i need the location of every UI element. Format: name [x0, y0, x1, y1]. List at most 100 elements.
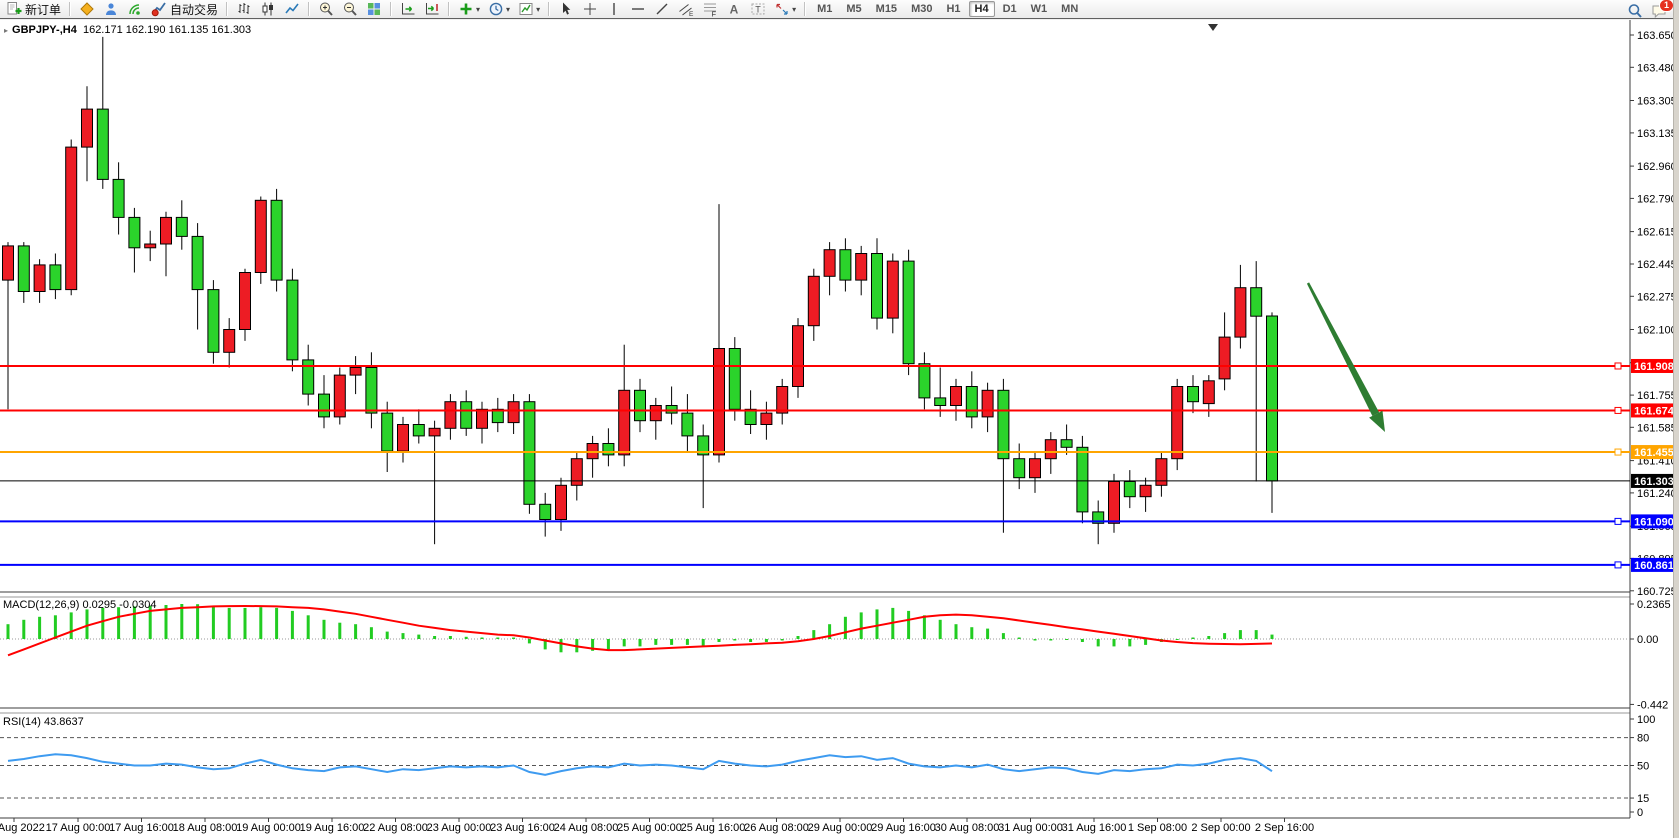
candle — [998, 390, 1009, 458]
price-tick-label: 162.275 — [1637, 291, 1677, 303]
timeframe-m5-button[interactable]: M5 — [840, 1, 867, 17]
price-tick-label: 162.100 — [1637, 325, 1677, 337]
label-icon: T — [750, 1, 766, 17]
macd-histogram-bar — [560, 639, 563, 652]
macd-histogram-bar — [275, 608, 278, 639]
price-tick-label: 161.585 — [1637, 422, 1677, 434]
macd-histogram-bar — [402, 633, 405, 639]
macd-histogram-bar — [180, 604, 183, 639]
candle — [224, 330, 235, 353]
horizontal-line-button[interactable] — [627, 0, 649, 19]
toolbar-separator — [69, 2, 71, 16]
macd-histogram-bar — [244, 608, 247, 639]
candle — [1267, 316, 1278, 481]
chevron-down-icon[interactable]: ▾ — [506, 5, 510, 14]
chevron-down-icon[interactable]: ▾ — [476, 5, 480, 14]
macd-histogram-bar — [955, 624, 958, 639]
chart-shift-button[interactable] — [421, 0, 443, 19]
macd-histogram-bar — [433, 636, 436, 639]
new-order-icon — [6, 1, 22, 17]
chart-canvas[interactable]: 163.650163.480163.305163.135162.960162.7… — [0, 20, 1679, 838]
timeframe-h4-button[interactable]: H4 — [969, 1, 995, 17]
search-button[interactable] — [1624, 1, 1646, 20]
zoom-out-button[interactable] — [339, 0, 361, 19]
community-button[interactable] — [100, 0, 122, 19]
text-icon: A — [726, 1, 742, 17]
timeframe-m30-button[interactable]: M30 — [905, 1, 938, 17]
macd-histogram-bar — [1065, 639, 1068, 640]
crosshair-button[interactable] — [579, 0, 601, 19]
chart-title: ▸GBPJPY-,H4 162.171 162.190 161.135 161.… — [4, 24, 251, 36]
macd-histogram-bar — [291, 611, 294, 639]
candle — [287, 280, 298, 360]
auto-scroll-button[interactable] — [397, 0, 419, 19]
timeframe-mn-button[interactable]: MN — [1055, 1, 1084, 17]
timeframe-m15-button[interactable]: M15 — [870, 1, 903, 17]
candle — [398, 425, 409, 452]
candle — [887, 261, 898, 318]
timeframe-h1-button[interactable]: H1 — [940, 1, 966, 17]
candle — [540, 504, 551, 519]
time-tick-label: 17 Aug 16:00 — [109, 822, 174, 834]
time-tick-label: 25 Aug 00:00 — [617, 822, 682, 834]
autotrading-button[interactable]: 自动交易 — [148, 0, 221, 19]
chevron-down-icon[interactable]: ▾ — [792, 5, 796, 14]
text-button[interactable]: A — [723, 0, 745, 19]
chevron-down-icon[interactable]: ▾ — [536, 5, 540, 14]
periods-button[interactable]: ▾ — [485, 0, 513, 19]
fibonacci-button[interactable]: F — [699, 0, 721, 19]
vertical-line-icon — [606, 1, 622, 17]
macd-histogram-bar — [512, 638, 515, 640]
macd-histogram-bar — [228, 608, 231, 639]
one-click-trading-toggle[interactable]: ▸ — [4, 26, 8, 35]
trendline-button[interactable] — [651, 0, 673, 19]
svg-text:E: E — [689, 11, 694, 17]
toolbar-separator — [448, 2, 450, 16]
market-button[interactable] — [76, 0, 98, 19]
time-tick-label: 18 Aug 08:00 — [173, 822, 238, 834]
signals-button[interactable] — [124, 0, 146, 19]
macd-histogram-bar — [765, 639, 768, 642]
candle — [761, 413, 772, 424]
timeframe-d1-button[interactable]: D1 — [997, 1, 1023, 17]
candle — [935, 398, 946, 406]
macd-name: MACD(12,26,9) — [3, 599, 79, 611]
timeframe-w1-button[interactable]: W1 — [1025, 1, 1054, 17]
candle — [635, 390, 646, 420]
new-order-button[interactable]: 新订单 — [3, 0, 64, 19]
bar-chart-mode-button[interactable] — [233, 0, 255, 19]
candle — [1235, 288, 1246, 337]
macd-histogram-bar — [465, 637, 468, 639]
macd-histogram-bar — [733, 639, 736, 641]
time-tick-label: 23 Aug 00:00 — [427, 822, 492, 834]
macd-histogram-bar — [607, 639, 610, 649]
candle — [1251, 288, 1262, 317]
arrows-button[interactable]: ▾ — [771, 0, 799, 19]
macd-histogram-bar — [54, 615, 57, 639]
time-tick-label: 26 Aug 08:00 — [744, 822, 809, 834]
timeframe-m1-button[interactable]: M1 — [811, 1, 838, 17]
zoom-in-icon — [318, 1, 334, 17]
tile-windows-button[interactable] — [363, 0, 385, 19]
fibonacci-icon: F — [702, 1, 718, 17]
text-label-button[interactable]: T — [747, 0, 769, 19]
line-chart-mode-button[interactable] — [281, 0, 303, 19]
candle — [1014, 459, 1025, 478]
indicators-button[interactable]: ▾ — [455, 0, 483, 19]
candlestick-mode-button[interactable] — [257, 0, 279, 19]
macd-histogram-bar — [417, 635, 420, 639]
window-right-edge — [1673, 0, 1679, 838]
chart-window[interactable]: 163.650163.480163.305163.135162.960162.7… — [0, 20, 1679, 838]
equidistant-channel-button[interactable]: E — [675, 0, 697, 19]
candle — [556, 485, 567, 519]
zoom-in-button[interactable] — [315, 0, 337, 19]
vertical-line-button[interactable] — [603, 0, 625, 19]
macd-histogram-bar — [1239, 630, 1242, 639]
chat-button[interactable]: 1 — [1648, 1, 1670, 20]
macd-histogram-bar — [860, 612, 863, 639]
macd-histogram-bar — [1081, 639, 1084, 642]
templates-button[interactable]: ▾ — [515, 0, 543, 19]
cursor-button[interactable] — [555, 0, 577, 19]
rsi-indicator-label: RSI(14) 43.8637 — [3, 716, 84, 728]
candle — [50, 265, 61, 290]
